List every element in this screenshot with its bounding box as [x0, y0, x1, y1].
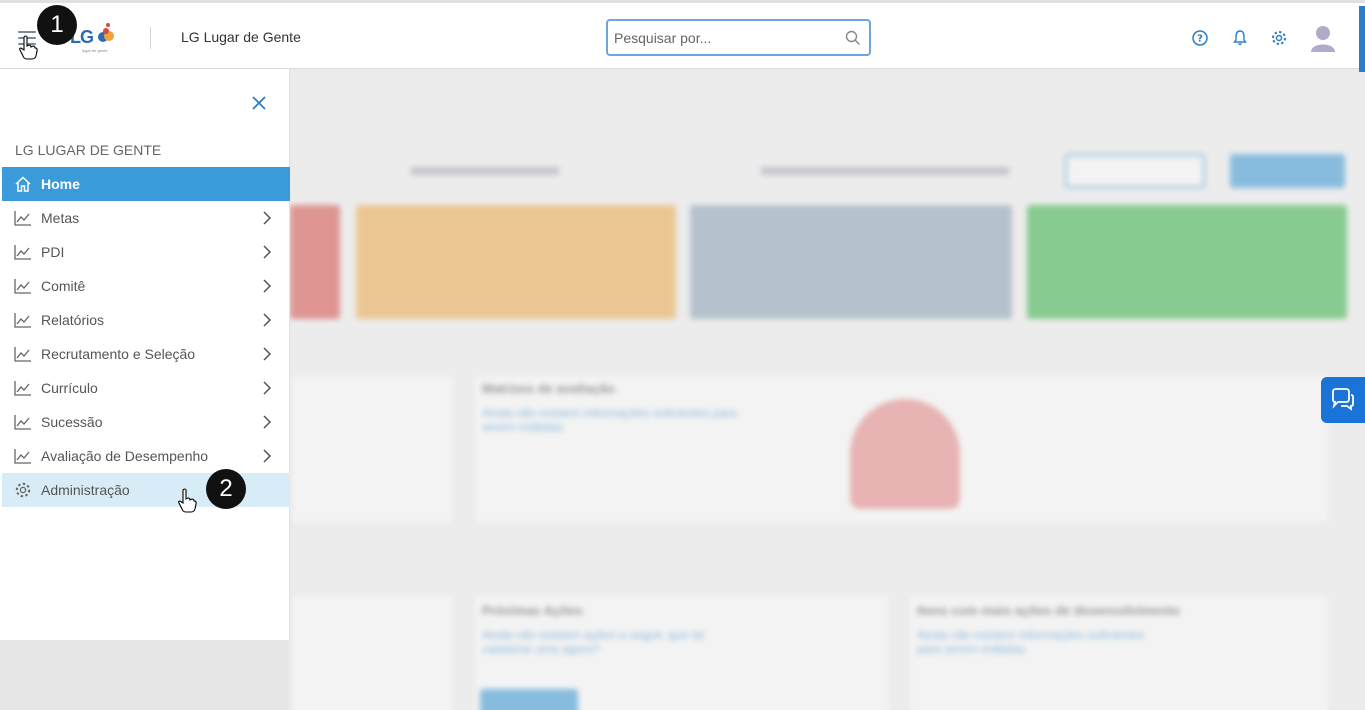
bg-text: Ainda não existem informações suficiente… — [917, 628, 1145, 656]
home-icon — [14, 175, 34, 193]
sidebar-item-sucessao[interactable]: Sucessão — [2, 405, 290, 439]
chart-line-icon — [14, 379, 34, 397]
sidebar-item-label: Currículo — [41, 380, 98, 396]
bg-text: Ainda não existem informações suficiente… — [482, 406, 737, 434]
sidebar-item-label: Home — [41, 176, 80, 192]
background-content: Matrizes de avaliação Ainda não existem … — [290, 69, 1365, 710]
sidebar-item-label: Relatórios — [41, 312, 105, 328]
company-logo[interactable]: LG lugar de gente — [70, 17, 118, 57]
sidebar-item-home[interactable]: Home — [2, 167, 290, 201]
bell-icon[interactable] — [1231, 29, 1249, 47]
step-badge-1: 1 — [37, 5, 77, 45]
chart-line-icon — [14, 277, 34, 295]
sidebar-item-label: Metas — [41, 210, 80, 226]
logo-subtitle: lugar de gente — [82, 48, 108, 53]
top-bar: LG lugar de gente LG Lugar de Gente ? — [0, 0, 1365, 72]
scrollbar-edge — [1359, 6, 1365, 72]
step-badge-2: 2 — [206, 469, 246, 509]
bg-button — [1065, 154, 1205, 188]
sidebar-item-comite[interactable]: Comitê — [2, 269, 290, 303]
logo-mark-icon — [98, 23, 114, 42]
sidebar-item-label: Comitê — [41, 278, 86, 294]
bg-text: Ainda não existem ações a seguir, que ta… — [482, 628, 705, 656]
sidebar-menu: LG LUGAR DE GENTE Home Metas PDI Comitê … — [0, 69, 290, 640]
chevron-right-icon — [263, 211, 272, 225]
sidebar-item-relatorios[interactable]: Relatórios — [2, 303, 290, 337]
user-avatar-icon[interactable] — [1310, 24, 1336, 52]
sidebar-item-label: Administração — [41, 482, 130, 498]
bg-title: Próximas Ações — [482, 603, 583, 618]
bg-select — [410, 167, 560, 175]
header-divider — [150, 27, 151, 49]
hand-cursor-icon — [19, 35, 38, 60]
bg-card-yellow — [356, 205, 676, 319]
chevron-right-icon — [263, 381, 272, 395]
search-input[interactable] — [608, 21, 828, 54]
sidebar-item-label: PDI — [41, 244, 65, 260]
bg-card-red — [290, 205, 340, 319]
sidebar-menu-list: Home Metas PDI Comitê Relatórios Recruta… — [2, 167, 290, 507]
bg-illustration — [850, 399, 960, 509]
svg-text:?: ? — [1197, 34, 1203, 45]
sidebar-item-label: Avaliação de Desempenho — [41, 448, 209, 464]
bg-button — [480, 689, 578, 710]
search-box — [606, 19, 871, 56]
chart-line-icon — [14, 243, 34, 261]
chevron-right-icon — [263, 313, 272, 327]
bg-panel — [290, 594, 455, 710]
bg-button — [1230, 154, 1345, 188]
chevron-right-icon — [263, 415, 272, 429]
sidebar-item-recrutamento[interactable]: Recrutamento e Seleção — [2, 337, 290, 371]
sidebar-item-label: Recrutamento e Seleção — [41, 346, 196, 362]
sidebar-item-administracao[interactable]: Administração — [2, 473, 290, 507]
chevron-right-icon — [263, 279, 272, 293]
sidebar-item-label: Sucessão — [41, 414, 103, 430]
app-title: LG Lugar de Gente — [181, 29, 301, 45]
chevron-right-icon — [263, 245, 272, 259]
chart-line-icon — [14, 345, 34, 363]
bg-card-green — [1027, 205, 1347, 319]
bg-title: Matrizes de avaliação — [482, 381, 615, 396]
chevron-right-icon — [263, 347, 272, 361]
help-icon[interactable]: ? — [1191, 29, 1209, 47]
chevron-right-icon — [263, 449, 272, 463]
chart-line-icon — [14, 209, 34, 227]
sidebar-heading: LG LUGAR DE GENTE — [15, 142, 162, 158]
sidebar-item-pdi[interactable]: PDI — [2, 235, 290, 269]
bg-select — [760, 167, 1010, 175]
bg-card-gray — [690, 205, 1012, 319]
chart-line-icon — [14, 413, 34, 431]
search-icon[interactable] — [845, 30, 861, 46]
chat-button[interactable] — [1321, 377, 1365, 423]
gear-icon[interactable] — [1270, 29, 1288, 47]
bg-title: Itens com mais ações de desenvolvimento — [917, 603, 1180, 618]
hand-cursor-icon — [178, 488, 197, 513]
sidebar-item-avaliacao[interactable]: Avaliação de Desempenho — [2, 439, 290, 473]
sidebar-item-metas[interactable]: Metas — [2, 201, 290, 235]
gear-icon — [14, 481, 34, 499]
chart-line-icon — [14, 447, 34, 465]
chat-icon — [1332, 388, 1354, 411]
bg-panel — [290, 374, 455, 524]
chart-line-icon — [14, 311, 34, 329]
close-icon[interactable] — [250, 94, 268, 112]
sidebar-item-curriculo[interactable]: Currículo — [2, 371, 290, 405]
